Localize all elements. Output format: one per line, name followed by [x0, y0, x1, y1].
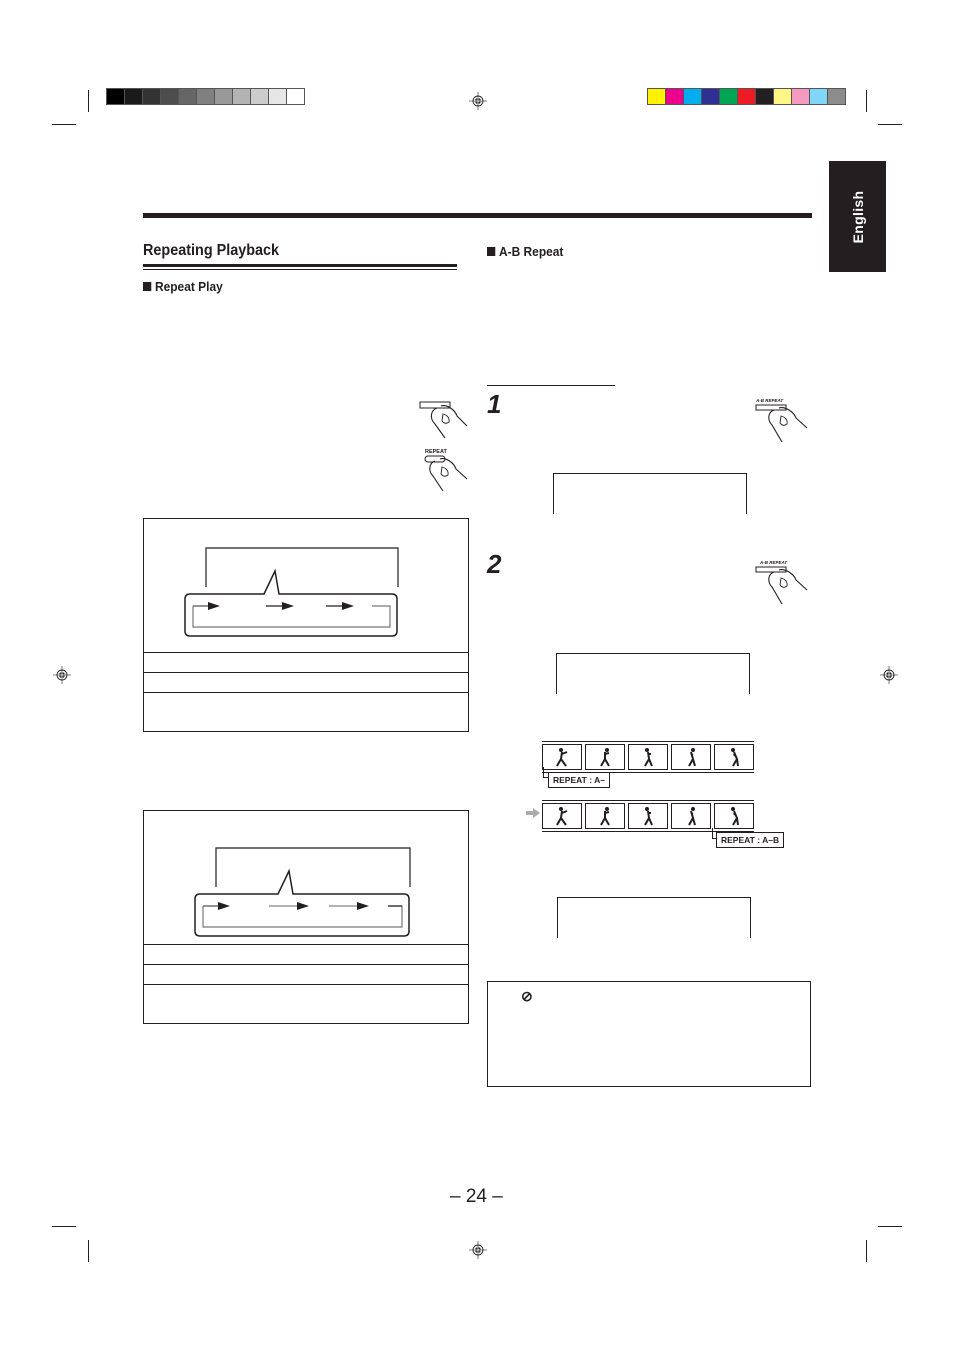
- film-frame: [628, 744, 668, 770]
- step-rule: [487, 385, 615, 386]
- film-frame: [671, 803, 711, 829]
- registration-mark-icon: [880, 666, 898, 684]
- page-number: – 24 –: [450, 1186, 503, 1207]
- registration-mark-icon: [53, 666, 71, 684]
- color-swatch: [738, 89, 755, 104]
- arrow-right-icon: [526, 808, 540, 818]
- crop-mark: [866, 1240, 867, 1262]
- hand-pressing-button-icon: [419, 401, 468, 439]
- gray-swatch: [143, 89, 160, 104]
- ab-repeat-heading-text: A-B Repeat: [498, 244, 564, 259]
- title-underline-thin: [143, 269, 457, 270]
- note-box: ⊘: [487, 981, 811, 1087]
- gray-swatch: [107, 89, 124, 104]
- table-row-divider: [144, 692, 468, 693]
- color-swatch: [774, 89, 791, 104]
- color-swatch: [720, 89, 737, 104]
- repeat-mode-table-1: [143, 518, 469, 732]
- gray-swatch: [287, 89, 304, 104]
- figure-icon: [556, 807, 568, 826]
- repeat-ab-tag: REPEAT : A–B: [716, 832, 785, 848]
- film-frame: [628, 803, 668, 829]
- color-calibration-bar: [647, 88, 846, 105]
- color-swatch: [648, 89, 665, 104]
- step-number: 2: [487, 549, 502, 579]
- step-number: 1: [487, 389, 502, 419]
- film-frame: [671, 744, 711, 770]
- repeat-diagram: [184, 547, 399, 637]
- repeat-play-heading: Repeat Play: [143, 279, 223, 294]
- registration-mark-icon: [469, 1241, 487, 1259]
- table-row-divider: [144, 652, 468, 653]
- crop-mark: [878, 1226, 902, 1227]
- registration-mark-icon: [469, 92, 487, 110]
- repeat-diagram: [194, 847, 411, 937]
- crop-mark: [878, 124, 902, 125]
- table-row-divider: [144, 944, 468, 945]
- display-panel: [556, 653, 750, 694]
- ab-repeat-heading: A-B Repeat: [487, 244, 563, 259]
- color-swatch: [756, 89, 773, 104]
- color-swatch: [828, 89, 845, 104]
- color-swatch: [666, 89, 683, 104]
- repeat-play-heading-text: Repeat Play: [154, 279, 223, 294]
- figure-icon: [556, 748, 568, 767]
- film-frame: [585, 744, 625, 770]
- figure-icon: [688, 748, 696, 767]
- ab-repeat-button-label: A-B REPEAT: [755, 398, 784, 403]
- figure-icon: [600, 748, 610, 767]
- crop-mark: [88, 90, 89, 112]
- crop-mark: [52, 124, 76, 125]
- section-title: Repeating Playback: [143, 242, 280, 259]
- gray-swatch: [215, 89, 232, 104]
- film-strip-b: [542, 800, 754, 832]
- gray-swatch: [269, 89, 286, 104]
- table-row-divider: [144, 984, 468, 985]
- gray-swatch: [179, 89, 196, 104]
- hand-pressing-ab-repeat-button-icon: A-B REPEAT: [755, 560, 808, 605]
- color-swatch: [684, 89, 701, 104]
- ab-repeat-button-label: A-B REPEAT: [759, 560, 788, 565]
- figure-icon: [688, 807, 696, 826]
- gray-swatch: [161, 89, 178, 104]
- crop-mark: [88, 1240, 89, 1262]
- language-tab-label: English: [849, 190, 866, 243]
- title-underline: [143, 264, 457, 267]
- gray-swatch: [197, 89, 214, 104]
- figure-icon: [600, 807, 610, 826]
- figure-icon: [644, 748, 653, 767]
- hand-pressing-ab-repeat-button-icon: A-B REPEAT: [755, 398, 808, 443]
- table-row-divider: [144, 964, 468, 965]
- color-swatch: [702, 89, 719, 104]
- gray-swatch: [251, 89, 268, 104]
- figure-icon: [644, 807, 653, 826]
- crop-mark: [866, 90, 867, 112]
- header-rule: [143, 213, 812, 218]
- color-swatch: [810, 89, 827, 104]
- repeat-button-label: REPEAT: [425, 449, 448, 455]
- bullet-square-icon: [487, 247, 496, 256]
- crop-mark: [52, 1226, 76, 1227]
- figure-icon: [731, 748, 739, 767]
- film-frame: [714, 803, 754, 829]
- prohibited-icon: ⊘: [521, 988, 533, 1004]
- bullet-square-icon: [143, 282, 152, 291]
- hand-pressing-repeat-button-icon: REPEAT: [424, 449, 468, 492]
- gray-swatch: [125, 89, 142, 104]
- language-tab: English: [829, 161, 886, 272]
- film-frame: [585, 803, 625, 829]
- film-strip-a: [542, 741, 754, 773]
- color-swatch: [792, 89, 809, 104]
- figure-icon: [731, 807, 739, 826]
- display-panel: [553, 473, 747, 514]
- repeat-mode-table-2: [143, 810, 469, 1024]
- table-row-divider: [144, 672, 468, 673]
- film-frame: [542, 803, 582, 829]
- gray-swatch: [233, 89, 250, 104]
- display-panel: [557, 897, 751, 938]
- film-frame: [714, 744, 754, 770]
- grayscale-calibration-bar: [106, 88, 305, 105]
- repeat-a-tag: REPEAT : A–: [548, 772, 610, 788]
